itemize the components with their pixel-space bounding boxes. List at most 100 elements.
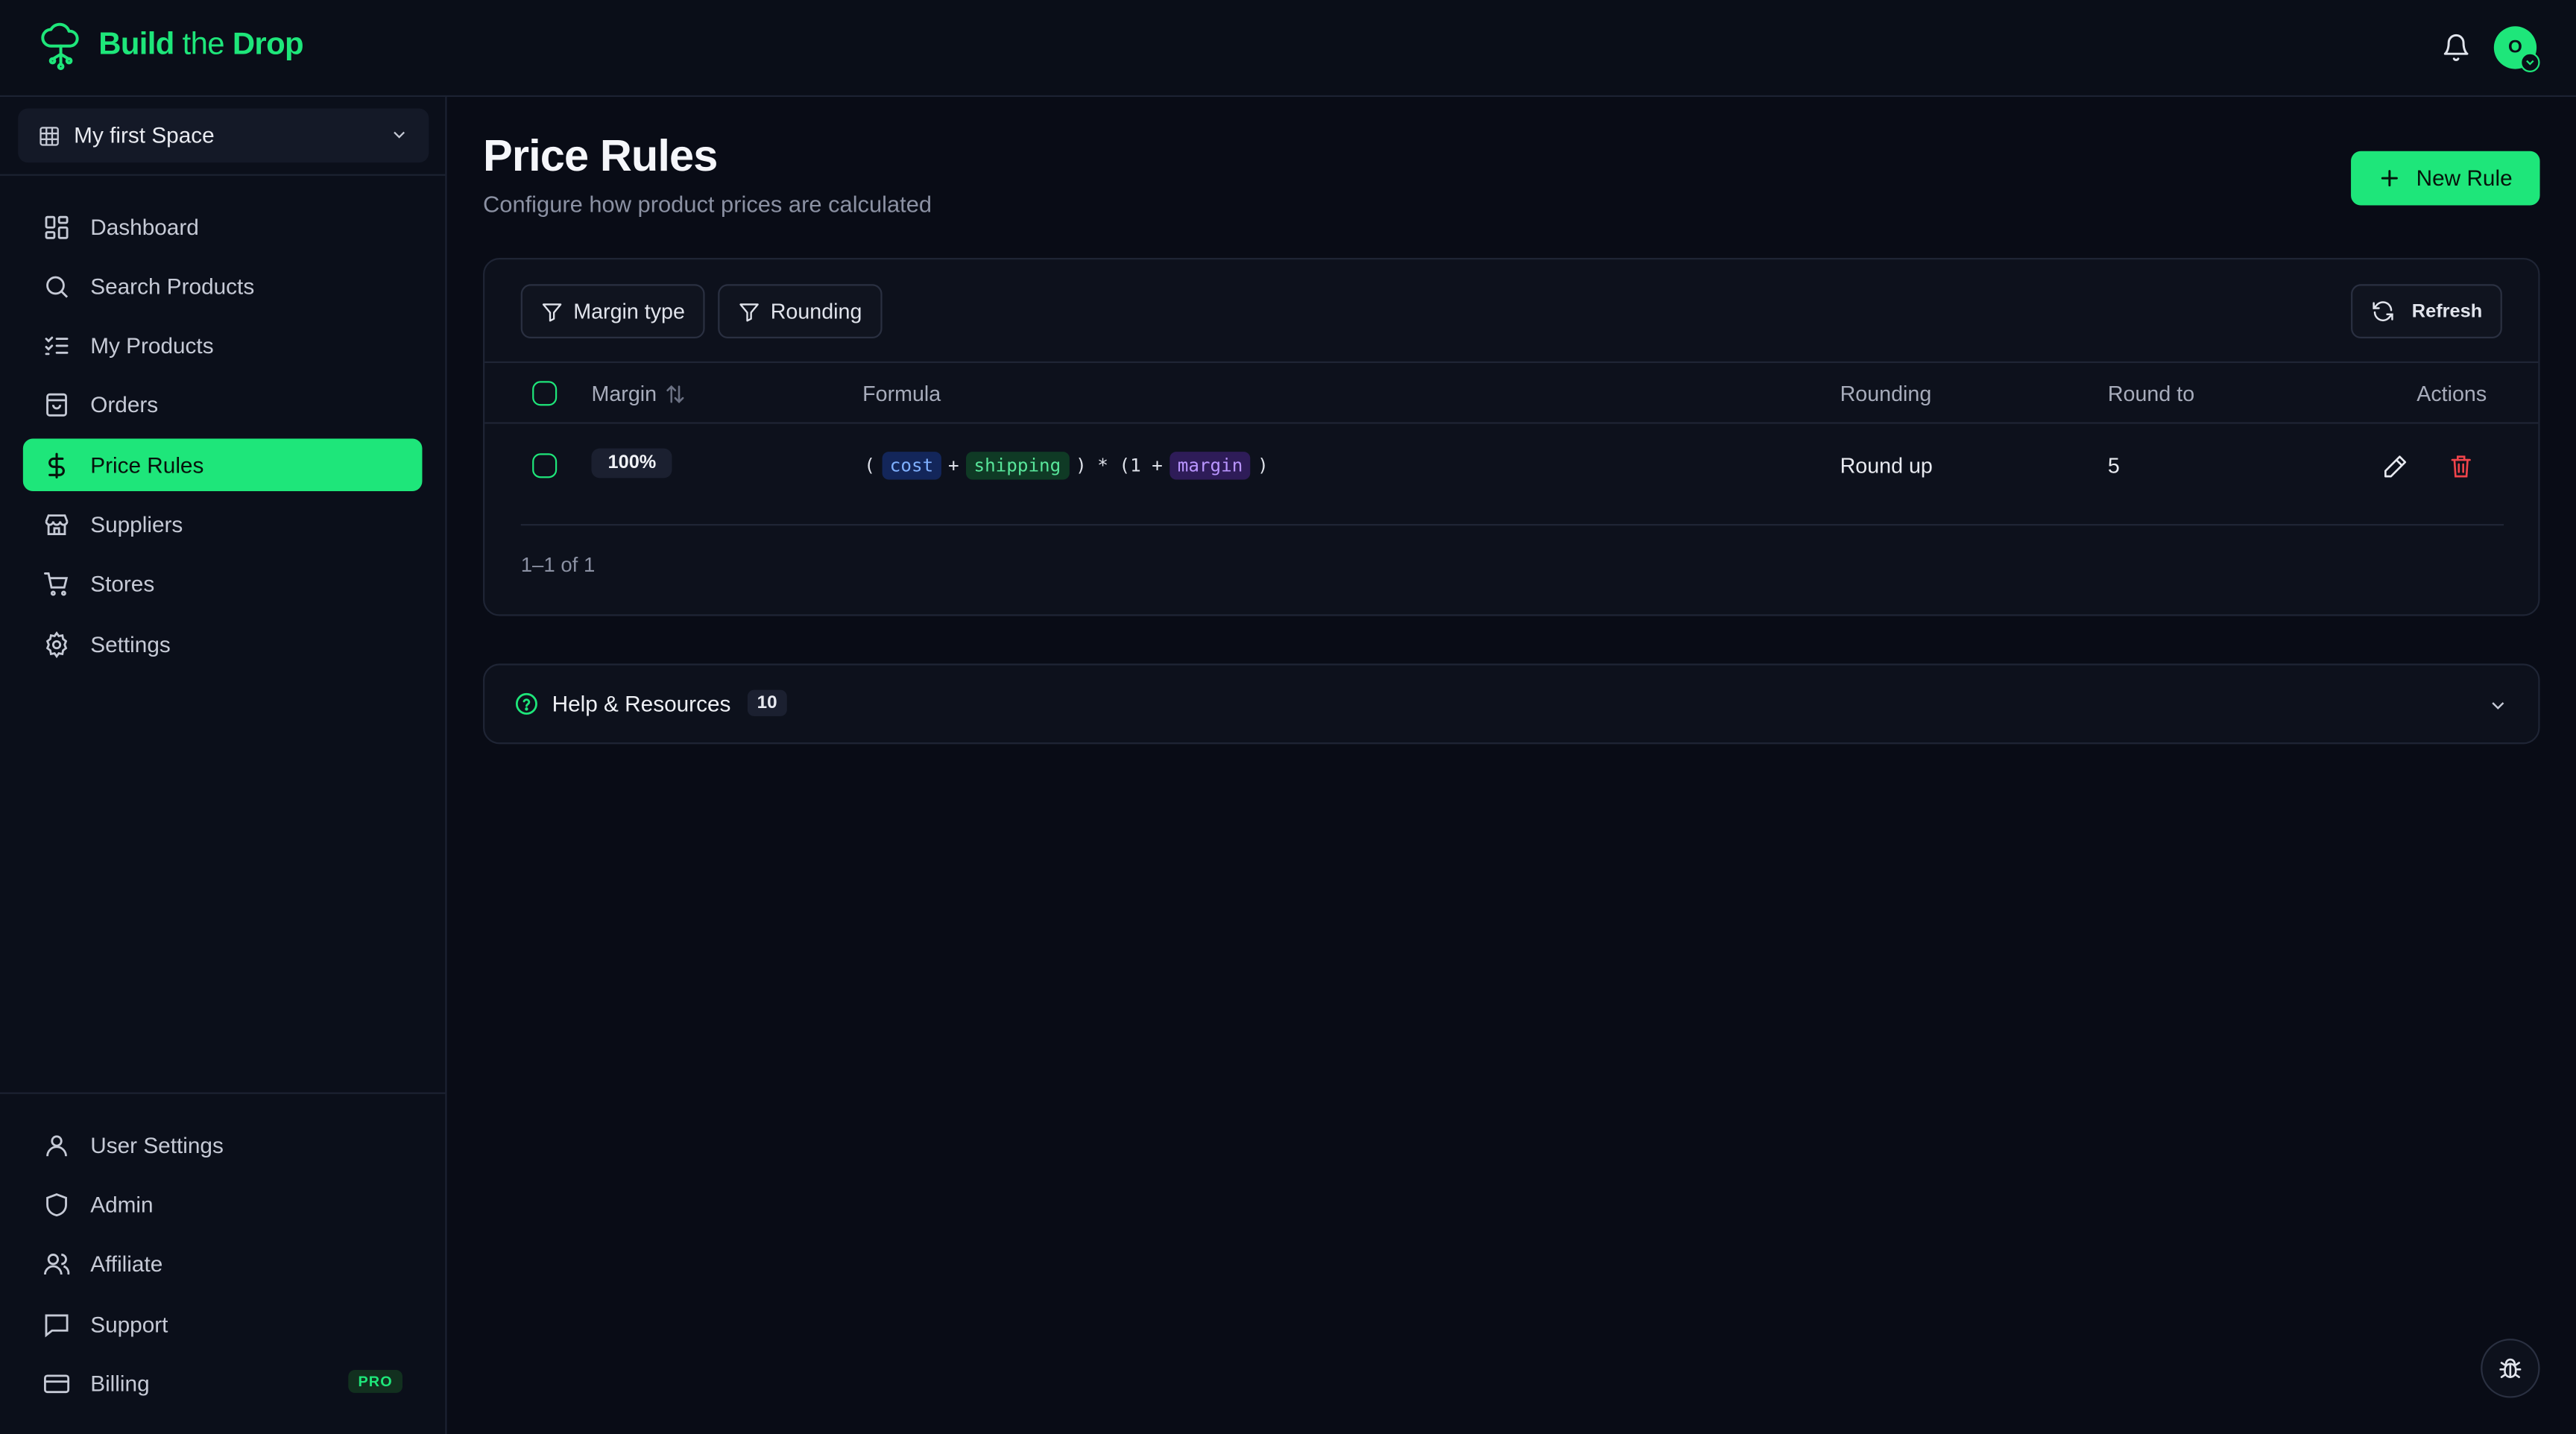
sidebar-item-label: Price Rules bbox=[90, 452, 204, 478]
sidebar-item-label: Search Products bbox=[90, 273, 255, 299]
space-selector[interactable]: My first Space bbox=[18, 108, 429, 163]
building-icon bbox=[40, 126, 59, 145]
sidebar-item-settings[interactable]: Settings bbox=[23, 618, 423, 671]
sidebar-item-price-rules[interactable]: Price Rules bbox=[22, 438, 423, 491]
filter-label: Rounding bbox=[770, 299, 862, 324]
sort-icon bbox=[666, 384, 684, 402]
sidebar-item-label: Affiliate bbox=[90, 1251, 163, 1276]
chevron-down-icon bbox=[394, 131, 405, 139]
sidebar-item-label: Suppliers bbox=[90, 511, 183, 537]
sidebar-item-my-products[interactable]: My Products bbox=[23, 319, 423, 372]
dollar-icon bbox=[48, 452, 65, 478]
dashboard-icon bbox=[45, 215, 69, 239]
formula-token-shipping: shipping bbox=[965, 452, 1070, 480]
sidebar-item-dashboard[interactable]: Dashboard bbox=[23, 200, 423, 253]
column-header-formula: Formula bbox=[862, 381, 941, 406]
cart-icon bbox=[44, 571, 69, 596]
top-bar: Build the Drop O bbox=[0, 0, 2576, 98]
chevron-down-icon[interactable] bbox=[2487, 695, 2509, 716]
avatar-initial: O bbox=[2508, 37, 2522, 58]
brand-name: Build the Drop bbox=[98, 28, 303, 63]
sidebar-item-label: Admin bbox=[90, 1191, 154, 1216]
pagination-info: 1–1 of 1 bbox=[520, 553, 596, 577]
margin-type-filter[interactable]: Margin type bbox=[520, 284, 705, 339]
sidebar-item-billing[interactable]: Billing PRO bbox=[23, 1356, 423, 1409]
sidebar-item-support[interactable]: Support bbox=[23, 1298, 423, 1351]
rounding-value: Round up bbox=[1840, 453, 1933, 478]
sidebar-item-label: Stores bbox=[90, 570, 155, 596]
sidebar-divider bbox=[0, 174, 446, 176]
refresh-button[interactable]: Refresh bbox=[2351, 284, 2502, 339]
rounding-filter[interactable]: Rounding bbox=[718, 284, 882, 339]
sidebar-item-label: Support bbox=[90, 1311, 168, 1336]
rules-table-card: Margin type Rounding Refresh Margin Form… bbox=[483, 258, 2540, 616]
gear-icon bbox=[45, 630, 68, 658]
page-title: Price Rules bbox=[483, 131, 718, 181]
formula-token-cost: cost bbox=[881, 452, 942, 480]
sidebar-item-stores[interactable]: Stores bbox=[23, 557, 423, 610]
message-icon bbox=[45, 1313, 69, 1337]
column-header-round-to: Round to bbox=[2107, 381, 2195, 406]
column-header-label: Margin bbox=[591, 381, 657, 406]
sidebar-item-label: Dashboard bbox=[90, 214, 199, 239]
new-rule-label: New Rule bbox=[2416, 165, 2513, 191]
new-rule-button[interactable]: New Rule bbox=[2351, 151, 2540, 206]
refresh-icon bbox=[2373, 301, 2393, 322]
table-divider bbox=[484, 361, 2539, 364]
avatar-chevron-down-icon[interactable] bbox=[2520, 52, 2540, 72]
formula-expression: ( cost + shipping ) * (1 + margin ) bbox=[864, 452, 1269, 480]
column-header-margin[interactable]: Margin bbox=[591, 381, 686, 405]
refresh-label: Refresh bbox=[2411, 301, 2483, 321]
help-resources-header: Help & Resources 10 bbox=[514, 689, 787, 716]
sidebar-item-user-settings[interactable]: User Settings bbox=[23, 1119, 423, 1172]
shield-icon bbox=[46, 1192, 67, 1216]
formula-paren: ( bbox=[864, 455, 875, 477]
users-icon bbox=[44, 1252, 70, 1275]
table-divider bbox=[484, 422, 2539, 424]
row-checkbox[interactable] bbox=[532, 453, 558, 478]
sidebar-item-label: My Products bbox=[90, 332, 214, 358]
margin-value-badge: 100% bbox=[591, 448, 673, 478]
table-divider bbox=[520, 524, 2504, 526]
bell-icon[interactable] bbox=[2441, 33, 2471, 63]
brand-logo[interactable]: Build the Drop bbox=[40, 22, 304, 71]
help-resources-label: Help & Resources bbox=[552, 690, 731, 716]
column-header-actions: Actions bbox=[2416, 381, 2487, 406]
column-header-rounding: Rounding bbox=[1840, 381, 1932, 406]
filter-icon bbox=[739, 303, 759, 321]
select-all-checkbox[interactable] bbox=[532, 381, 558, 406]
round-to-value: 5 bbox=[2107, 453, 2120, 478]
sidebar-item-label: Orders bbox=[90, 391, 159, 417]
plus-icon bbox=[2381, 170, 2398, 187]
space-name: My first Space bbox=[74, 123, 215, 148]
sidebar-item-suppliers[interactable]: Suppliers bbox=[23, 498, 423, 551]
formula-operator: ) * (1 + bbox=[1076, 455, 1163, 477]
cloud-tree-icon bbox=[41, 22, 79, 71]
formula-token-margin: margin bbox=[1169, 452, 1251, 480]
sidebar: My first Space Dashboard Search Products… bbox=[0, 97, 447, 1434]
user-icon bbox=[46, 1134, 67, 1156]
sidebar-item-search-products[interactable]: Search Products bbox=[23, 259, 423, 312]
filter-icon bbox=[542, 303, 562, 321]
bug-icon bbox=[2499, 1358, 2522, 1378]
sidebar-item-affiliate[interactable]: Affiliate bbox=[23, 1237, 423, 1290]
sidebar-item-label: Settings bbox=[90, 631, 171, 657]
help-resources-panel[interactable]: Help & Resources 10 bbox=[483, 663, 2540, 745]
pro-badge: PRO bbox=[348, 1370, 403, 1393]
shopping-bag-icon bbox=[46, 392, 67, 416]
delete-trash-icon[interactable] bbox=[2448, 453, 2474, 479]
sidebar-item-admin[interactable]: Admin bbox=[23, 1178, 423, 1231]
sidebar-item-orders[interactable]: Orders bbox=[23, 378, 423, 431]
credit-card-icon bbox=[44, 1374, 70, 1393]
bug-report-button[interactable] bbox=[2481, 1339, 2540, 1398]
search-icon bbox=[46, 275, 69, 297]
formula-operator: + bbox=[948, 455, 959, 477]
help-count-badge: 10 bbox=[747, 689, 787, 716]
sidebar-divider bbox=[0, 1092, 446, 1094]
sidebar-item-label: Billing bbox=[90, 1371, 150, 1396]
page-subtitle: Configure how product prices are calcula… bbox=[483, 190, 932, 217]
edit-pencil-icon[interactable] bbox=[2382, 453, 2408, 479]
filter-label: Margin type bbox=[573, 299, 685, 324]
store-icon bbox=[45, 514, 69, 534]
formula-paren: ) bbox=[1257, 455, 1269, 477]
